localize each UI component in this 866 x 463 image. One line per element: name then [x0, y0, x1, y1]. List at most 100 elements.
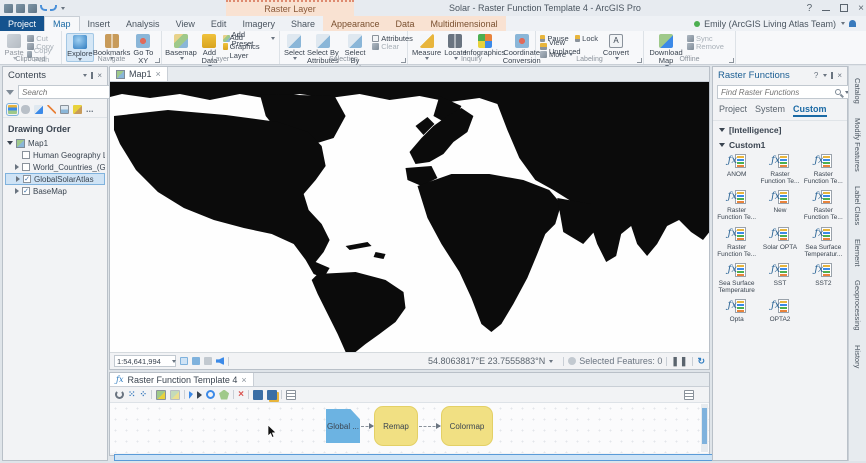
raster-function-item[interactable]: ƒx Solar OPTA	[758, 226, 801, 258]
raster-function-item[interactable]: ƒx Sea Surface Temperature	[715, 262, 758, 294]
open-project-icon[interactable]	[16, 3, 25, 13]
template-canvas[interactable]: Global ... Remap Colormap	[110, 403, 709, 453]
vscroll-thumb[interactable]	[702, 408, 707, 444]
expand-icon[interactable]	[16, 176, 20, 182]
expand-icon[interactable]	[15, 164, 19, 170]
dock-tab-label-class[interactable]: Label Class	[853, 186, 862, 225]
raster-function-item[interactable]: ƒx Raster Function Te...	[802, 190, 845, 221]
layer-row-world-countries[interactable]: World_Countries_(Generalized)	[5, 161, 105, 173]
tab-map[interactable]: Map	[44, 16, 80, 31]
raster-function-item[interactable]: ƒx SST2	[802, 262, 845, 294]
zoom-to-fit-icon[interactable]: ⁙	[128, 389, 136, 400]
tab-project[interactable]: Project	[0, 16, 45, 31]
raster-function-item[interactable]: ƒx SST	[758, 262, 801, 294]
list-by-data-source-icon[interactable]	[21, 104, 30, 114]
panel-menu-caret-icon[interactable]	[83, 73, 88, 77]
user-account[interactable]: Emily (ArcGIS Living Atlas Team)	[694, 16, 866, 31]
ellipse-tool-icon[interactable]	[206, 390, 216, 399]
pin-icon[interactable]	[831, 71, 834, 79]
section-custom1[interactable]: Custom1	[713, 136, 847, 151]
undo-icon[interactable]	[40, 5, 47, 11]
close-panel-icon[interactable]: ×	[97, 71, 102, 80]
layer-checkbox[interactable]: ✓	[23, 175, 31, 183]
sound-icon[interactable]	[216, 357, 224, 365]
node-colormap[interactable]: Colormap	[441, 406, 493, 446]
labeling-dialog-launcher[interactable]	[637, 58, 642, 63]
layer-checkbox[interactable]	[22, 151, 30, 159]
save-as-template-icon[interactable]	[266, 389, 277, 400]
help-button[interactable]: ?	[807, 3, 813, 14]
tab-share[interactable]: Share	[283, 16, 323, 31]
scale-dropdown[interactable]	[114, 355, 176, 367]
tab-data[interactable]: Data	[387, 16, 423, 31]
map-canvas[interactable]	[110, 82, 709, 352]
sync-button[interactable]: Sync	[687, 34, 724, 43]
dock-tab-geoprocessing[interactable]: Geoprocessing	[853, 280, 862, 330]
pause-drawing-icon[interactable]: ❚❚	[671, 356, 688, 367]
select-pointer-icon[interactable]	[189, 390, 194, 399]
navigate-dialog-launcher[interactable]	[155, 58, 160, 63]
tab-view[interactable]: View	[168, 16, 203, 31]
tab-rf-custom[interactable]: Custom	[793, 104, 827, 117]
node-remap[interactable]: Remap	[374, 406, 418, 446]
list-by-labeling-icon[interactable]	[73, 104, 82, 114]
zoom-actual-icon[interactable]: ⁘	[140, 389, 148, 400]
polygon-tool-icon[interactable]	[219, 389, 230, 400]
tab-insert[interactable]: Insert	[80, 16, 119, 31]
raster-function-item[interactable]: ƒx Raster Function Te...	[802, 154, 845, 185]
refresh-icon[interactable]: ↻	[697, 356, 705, 367]
tab-analysis[interactable]: Analysis	[118, 16, 168, 31]
selection-dialog-launcher[interactable]	[401, 58, 406, 63]
attributes-button[interactable]: Attributes	[372, 34, 413, 43]
selection-tool-icon[interactable]	[180, 357, 188, 365]
offline-dialog-launcher[interactable]	[729, 58, 734, 63]
raster-functions-search-input[interactable]	[721, 87, 832, 97]
grid-icon[interactable]	[204, 357, 212, 365]
layer-row-human-geography[interactable]: Human Geography Label	[5, 149, 105, 161]
close-button[interactable]: ×	[858, 3, 864, 14]
tab-rf-project[interactable]: Project	[719, 104, 747, 117]
more-view-modes-icon[interactable]: ...	[86, 104, 94, 114]
layout-options-icon[interactable]	[684, 389, 694, 400]
maximize-button[interactable]	[840, 4, 849, 12]
dock-tab-element[interactable]: Element	[853, 239, 862, 267]
dock-tab-catalog[interactable]: Catalog	[853, 78, 862, 104]
map1-view-tab[interactable]: Map1 ×	[110, 67, 168, 81]
infographics-button[interactable]: Infographics	[464, 33, 505, 57]
raster-function-item[interactable]: ƒx OPTA2	[758, 299, 801, 323]
connect-tool-icon[interactable]	[197, 390, 203, 399]
tab-appearance[interactable]: Appearance	[322, 16, 388, 31]
list-by-drawing-order-icon[interactable]	[6, 102, 19, 116]
template-vscrollbar[interactable]	[701, 404, 708, 452]
close-map-tab-icon[interactable]: ×	[156, 69, 161, 79]
auto-layout-icon[interactable]	[115, 390, 124, 399]
close-panel-icon[interactable]: ×	[837, 71, 842, 80]
list-by-editing-icon[interactable]	[47, 104, 56, 114]
coordinates-readout[interactable]: 54.8063817°E 23.7555883°N	[428, 356, 554, 366]
pin-icon[interactable]	[91, 71, 94, 79]
map-node[interactable]: Map1	[5, 137, 105, 149]
delete-icon[interactable]: ×	[238, 389, 244, 400]
raster-function-item[interactable]: ƒx Raster Function Te...	[715, 190, 758, 221]
scale-input[interactable]	[117, 356, 169, 366]
node-global-raster[interactable]: Global ...	[326, 409, 360, 443]
section-intelligence[interactable]: [Intelligence]	[713, 121, 847, 136]
layer-row-globalsolaratlas[interactable]: ✓ GlobalSolarAtlas	[5, 173, 105, 185]
raster-function-item[interactable]: ƒx ANOM	[715, 154, 758, 185]
layer-row-basemap[interactable]: ✓ BaseMap	[5, 185, 105, 197]
view-unplaced-button[interactable]: View Unplaced	[540, 38, 598, 56]
save-template-icon[interactable]	[252, 389, 263, 400]
redo-icon[interactable]	[50, 5, 57, 11]
cut-button[interactable]: Cut	[27, 34, 57, 43]
save-project-icon[interactable]	[28, 3, 37, 13]
raster-function-item[interactable]: ƒx Sea Surface Temperatur...	[802, 226, 845, 258]
template-tab[interactable]: ƒx Raster Function Template 4 ×	[110, 373, 254, 386]
panel-help-icon[interactable]: ?	[814, 71, 818, 80]
layer-checkbox[interactable]: ✓	[22, 187, 30, 195]
expand-icon[interactable]	[15, 188, 19, 194]
filter-icon[interactable]	[6, 89, 14, 95]
raster-function-item[interactable]: ƒx Raster Function Te...	[715, 226, 758, 258]
tab-multidimensional[interactable]: Multidimensional	[422, 16, 506, 31]
remove-raster-icon[interactable]	[170, 389, 181, 400]
customize-qat-caret-icon[interactable]	[61, 6, 65, 10]
